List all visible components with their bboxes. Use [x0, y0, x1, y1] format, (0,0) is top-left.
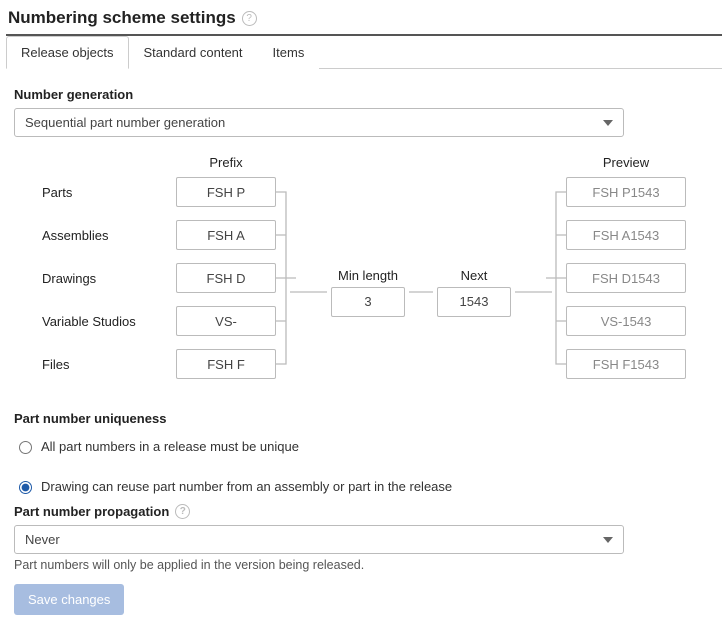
preview-header: Preview: [566, 155, 686, 173]
next-label: Next: [461, 268, 488, 283]
number-generation-label: Number generation: [14, 87, 714, 102]
uniqueness-label: Part number uniqueness: [14, 411, 714, 426]
help-icon[interactable]: ?: [242, 11, 257, 26]
page-title: Numbering scheme settings: [8, 8, 236, 28]
row-label-variable-studios: Variable Studios: [42, 314, 136, 329]
chevron-down-icon: [603, 537, 613, 543]
preview-variable-studios: [566, 306, 686, 336]
prefix-files[interactable]: [176, 349, 276, 379]
uniqueness-opt-reuse[interactable]: Drawing can reuse part number from an as…: [14, 478, 452, 494]
uniqueness-opt-reuse-label: Drawing can reuse part number from an as…: [41, 479, 452, 494]
prefix-assemblies[interactable]: [176, 220, 276, 250]
tab-release-objects[interactable]: Release objects: [6, 36, 129, 69]
chevron-down-icon: [603, 120, 613, 126]
preview-drawings: [566, 263, 686, 293]
uniqueness-radio-unique[interactable]: [19, 441, 32, 454]
tab-standard-content[interactable]: Standard content: [129, 36, 258, 69]
min-length-label: Min length: [338, 268, 398, 283]
row-label-files: Files: [42, 357, 69, 372]
preview-parts: [566, 177, 686, 207]
uniqueness-opt-unique[interactable]: All part numbers in a release must be un…: [14, 438, 299, 454]
save-button[interactable]: Save changes: [14, 584, 124, 615]
tab-items[interactable]: Items: [258, 36, 320, 69]
propagation-value: Never: [25, 532, 60, 547]
min-length-input[interactable]: [331, 287, 405, 317]
row-label-assemblies: Assemblies: [42, 228, 108, 243]
propagation-select[interactable]: Never: [14, 525, 624, 554]
spacer: [290, 155, 552, 173]
next-input[interactable]: [437, 287, 511, 317]
tabs: Release objects Standard content Items: [6, 36, 722, 69]
uniqueness-opt-unique-label: All part numbers in a release must be un…: [41, 439, 299, 454]
prefix-header: Prefix: [176, 155, 276, 173]
uniqueness-radio-reuse[interactable]: [19, 481, 32, 494]
generation-scheme-select[interactable]: Sequential part number generation: [14, 108, 624, 137]
propagation-label: Part number propagation: [14, 504, 169, 519]
spacer: [42, 155, 162, 173]
propagation-hint: Part numbers will only be applied in the…: [14, 558, 714, 572]
prefix-variable-studios[interactable]: [176, 306, 276, 336]
generation-scheme-value: Sequential part number generation: [25, 115, 225, 130]
row-label-parts: Parts: [42, 185, 72, 200]
prefix-parts[interactable]: [176, 177, 276, 207]
help-icon[interactable]: ?: [175, 504, 190, 519]
prefix-drawings[interactable]: [176, 263, 276, 293]
preview-assemblies: [566, 220, 686, 250]
preview-files: [566, 349, 686, 379]
row-label-drawings: Drawings: [42, 271, 96, 286]
